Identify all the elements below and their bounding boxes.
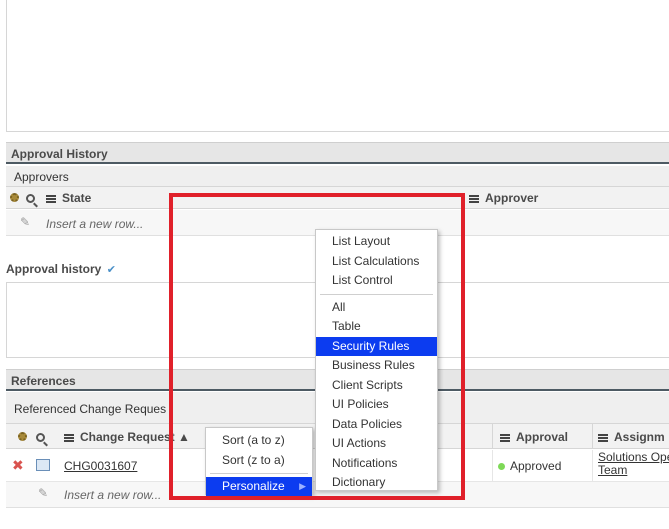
ui-actions-item[interactable]: UI Actions xyxy=(316,434,437,454)
assignment-line-2: Team xyxy=(598,463,628,477)
column-menu-icon[interactable] xyxy=(469,194,479,203)
list-control-item[interactable]: List Control xyxy=(316,271,437,291)
column-divider xyxy=(492,450,493,482)
referenced-change-requests-label: Referenced Change Reques xyxy=(14,402,167,416)
search-icon[interactable] xyxy=(26,194,35,204)
sort-z-to-a-item[interactable]: Sort (z to a) xyxy=(206,451,312,471)
approval-history-label: Approval history ✔ xyxy=(6,262,116,276)
status-dot-icon xyxy=(498,463,505,470)
approval-column-label: Approval xyxy=(516,430,569,444)
state-column-label: State xyxy=(62,191,92,205)
menu-separator xyxy=(210,473,308,474)
ui-policies-item[interactable]: UI Policies xyxy=(316,395,437,415)
menu-separator xyxy=(320,293,433,295)
spellcheck-icon[interactable]: ✔ xyxy=(107,264,116,276)
approvers-tab[interactable]: Approvers xyxy=(6,166,669,187)
assignment-column-label: Assignm xyxy=(614,430,665,444)
column-menu-icon[interactable] xyxy=(64,433,74,442)
personalize-label: Personalize xyxy=(222,479,285,493)
insert-row-text[interactable]: Insert a new row... xyxy=(46,217,143,231)
assignment-line-1: Solutions Ope xyxy=(598,450,669,464)
list-layout-item[interactable]: List Layout xyxy=(316,232,437,252)
gear-icon[interactable] xyxy=(18,432,27,441)
column-divider xyxy=(592,450,593,482)
state-column-header[interactable]: State xyxy=(46,191,91,205)
sort-a-to-z-item[interactable]: Sort (a to z) xyxy=(206,431,312,451)
approval-history-header: Approval History xyxy=(6,142,669,164)
add-related-icon[interactable] xyxy=(36,459,50,471)
approval-column-header[interactable]: Approval xyxy=(500,430,568,444)
change-request-column-label: Change Request ▲ xyxy=(80,430,190,444)
client-scripts-item[interactable]: Client Scripts xyxy=(316,376,437,396)
security-rules-item[interactable]: Security Rules xyxy=(316,336,437,356)
all-item[interactable]: All xyxy=(316,298,437,318)
submenu-arrow-icon: ▶ xyxy=(299,481,306,491)
business-rules-item[interactable]: Business Rules xyxy=(316,356,437,376)
delete-icon[interactable]: ✖ xyxy=(12,457,24,474)
dictionary-item[interactable]: Dictionary xyxy=(316,473,437,493)
references-title: References xyxy=(11,374,76,388)
approver-column-header[interactable]: Approver xyxy=(469,191,538,205)
column-divider xyxy=(492,424,493,449)
list-calculations-item[interactable]: List Calculations xyxy=(316,252,437,272)
approval-history-title: Approval History xyxy=(11,147,108,161)
data-policies-item[interactable]: Data Policies xyxy=(316,415,437,435)
approval-history-label-text: Approval history xyxy=(6,262,102,276)
top-panel xyxy=(6,0,669,132)
approval-value: Approved xyxy=(510,459,562,473)
sort-context-menu: Sort (a to z) Sort (z to a) Personalize … xyxy=(205,427,313,497)
table-item[interactable]: Table xyxy=(316,317,437,337)
change-request-column-header[interactable]: Change Request ▲ xyxy=(64,430,190,444)
notifications-item[interactable]: Notifications xyxy=(316,454,437,474)
assignment-column-header[interactable]: Assignm xyxy=(598,430,665,444)
column-divider xyxy=(592,424,593,449)
pencil-icon: ✎ xyxy=(20,215,31,229)
assignment-group-link[interactable]: Solutions Ope Team xyxy=(598,451,669,477)
approver-column-label: Approver xyxy=(485,191,539,205)
gear-icon[interactable] xyxy=(10,193,19,202)
personalize-item[interactable]: Personalize ▶ xyxy=(206,477,312,497)
pencil-icon: ✎ xyxy=(38,486,49,500)
column-menu-icon[interactable] xyxy=(46,194,56,203)
column-menu-icon[interactable] xyxy=(598,433,608,442)
change-request-link[interactable]: CHG0031607 xyxy=(64,459,137,473)
approvers-tab-label: Approvers xyxy=(14,170,69,184)
column-menu-icon[interactable] xyxy=(500,433,510,442)
search-icon[interactable] xyxy=(36,433,45,443)
approved-status: Approved xyxy=(498,459,561,473)
insert-row-text[interactable]: Insert a new row... xyxy=(64,488,161,502)
personalize-submenu: List Layout List Calculations List Contr… xyxy=(315,229,438,491)
approvers-column-header-row: State Approver xyxy=(6,187,669,209)
